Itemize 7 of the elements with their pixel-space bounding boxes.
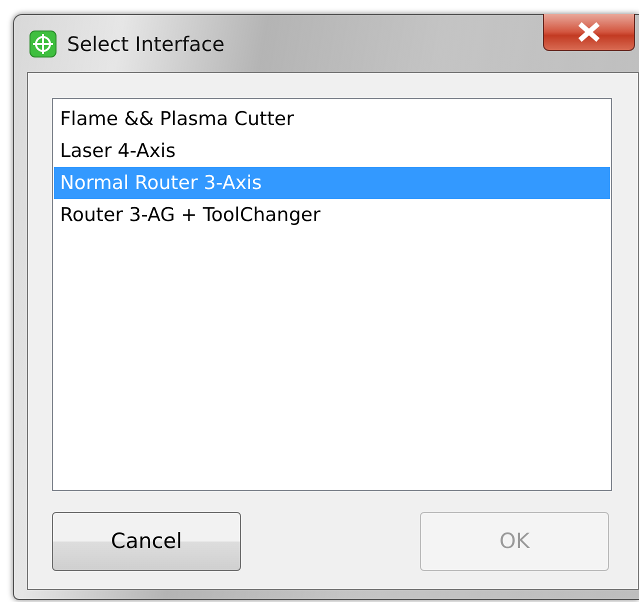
cancel-button[interactable]: Cancel (52, 512, 241, 571)
close-button[interactable] (543, 14, 635, 51)
list-item[interactable]: Laser 4-Axis (54, 135, 610, 167)
window-title: Select Interface (67, 30, 225, 58)
crosshair-icon (29, 30, 57, 58)
list-item[interactable]: Flame && Plasma Cutter (54, 103, 610, 135)
list-item[interactable]: Router 3-AG + ToolChanger (54, 199, 610, 231)
